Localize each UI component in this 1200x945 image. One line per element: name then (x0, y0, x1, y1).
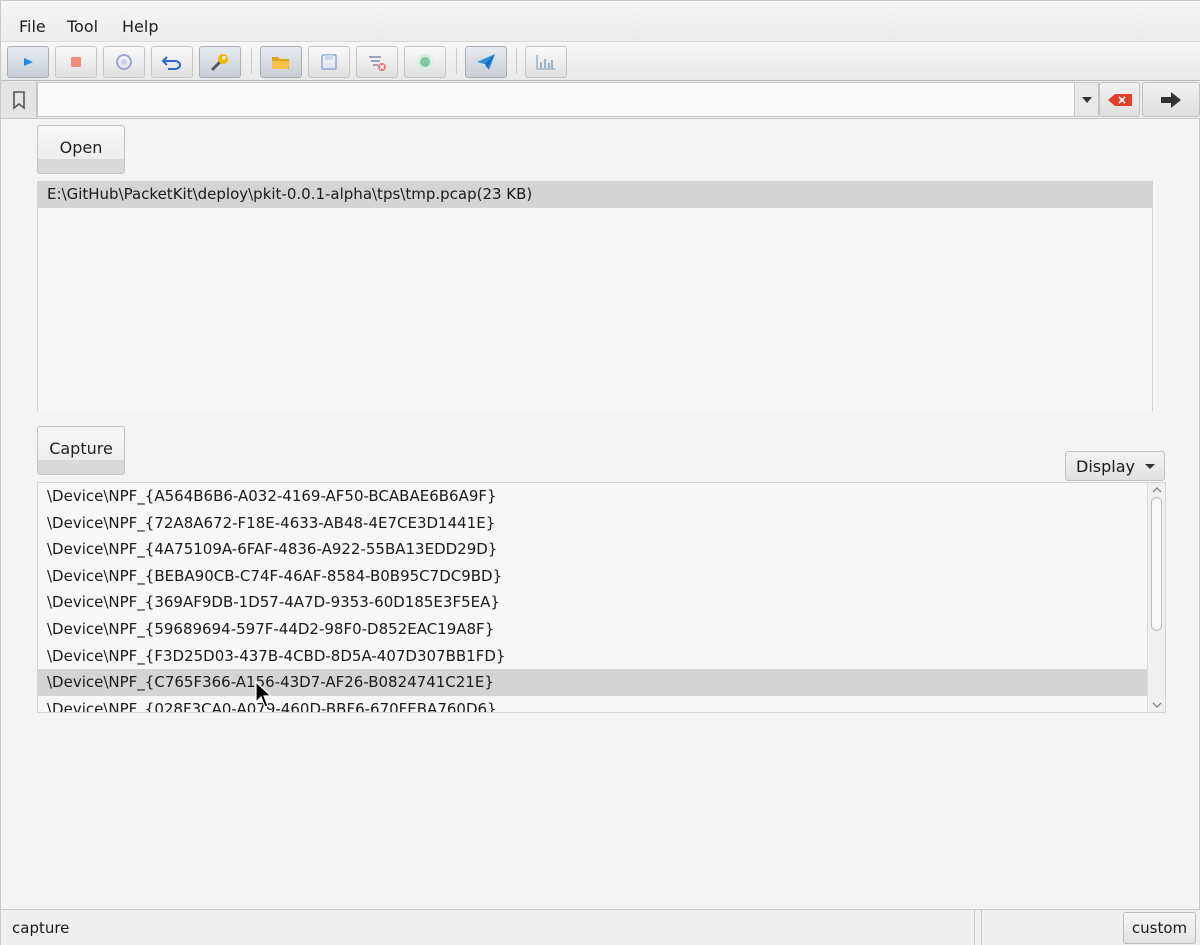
restart-icon (116, 54, 132, 70)
chart-icon (536, 55, 555, 70)
display-combo[interactable]: Display (1065, 451, 1165, 481)
send-button[interactable] (465, 46, 507, 78)
filter-apply-button[interactable] (1142, 82, 1200, 117)
filter-clear-button[interactable] (1099, 82, 1140, 117)
chevron-down-icon (1081, 96, 1092, 103)
device-item[interactable]: \Device\NPF_{59689694-597F-44D2-98F0-D85… (38, 616, 1148, 643)
recent-files-list[interactable]: E:\GitHub\PacketKit\deploy\pkit-0.0.1-al… (37, 181, 1153, 411)
scrollbar-thumb[interactable] (1151, 497, 1162, 631)
menu-bar: File Tool Help (1, 1, 1200, 42)
restart-capture-button[interactable] (103, 46, 145, 78)
device-list[interactable]: \Device\NPF_{A564B6B6-A032-4169-AF50-BCA… (37, 482, 1166, 713)
device-item-selected[interactable]: \Device\NPF_{C765F366-A156-43D7-AF26-B08… (38, 669, 1148, 696)
reload-button[interactable] (151, 46, 193, 78)
statistics-button[interactable] (525, 46, 567, 78)
device-item[interactable]: \Device\NPF_{BEBA90CB-C74F-46AF-8584-B0B… (38, 563, 1148, 590)
record-icon (417, 54, 433, 70)
folder-open-icon (272, 57, 290, 69)
menu-help[interactable]: Help (122, 17, 158, 36)
device-item[interactable]: \Device\NPF_{A564B6B6-A032-4169-AF50-BCA… (38, 483, 1148, 510)
device-item[interactable]: \Device\NPF_{369AF9DB-1D57-4A7D-9353-60D… (38, 589, 1148, 616)
save-icon (321, 54, 337, 70)
open-button[interactable]: Open (37, 125, 125, 174)
toolbar (1, 42, 1200, 81)
app-window: File Tool Help Open E:\GitHub\PacketKit\… (0, 0, 1200, 945)
filter-input[interactable] (37, 82, 1075, 117)
custom-button[interactable]: custom (1123, 912, 1196, 944)
capture-options-button[interactable] (199, 46, 241, 78)
recent-file-item[interactable]: E:\GitHub\PacketKit\deploy\pkit-0.0.1-al… (38, 181, 1152, 208)
device-item[interactable]: \Device\NPF_{72A8A672-F18E-4633-AB48-4E7… (38, 510, 1148, 537)
wrench-icon (211, 54, 228, 71)
menu-tool[interactable]: Tool (67, 17, 98, 36)
stop-capture-button[interactable] (55, 46, 97, 78)
record-button[interactable] (404, 46, 446, 78)
close-file-icon (369, 56, 386, 71)
filter-bar (1, 81, 1200, 119)
clear-icon (1107, 93, 1132, 106)
open-file-button[interactable] (260, 46, 302, 78)
display-combo-label: Display (1076, 456, 1135, 476)
status-bar: capture custom (1, 909, 1200, 945)
send-icon (477, 54, 495, 70)
bookmark-icon (12, 90, 25, 110)
arrow-right-icon (1161, 91, 1181, 108)
device-item[interactable]: \Device\NPF_{F3D25D03-437B-4CBD-8D5A-407… (38, 643, 1148, 670)
play-icon (24, 58, 33, 66)
scroll-down-icon[interactable] (1148, 698, 1165, 712)
status-text: capture (12, 919, 70, 937)
device-list-scrollbar[interactable] (1147, 483, 1165, 712)
device-item[interactable]: \Device\NPF_{028F3CA0-A079-460D-BBF6-670… (38, 696, 1148, 712)
undo-icon (161, 56, 181, 70)
scroll-up-icon[interactable] (1148, 483, 1165, 497)
stop-icon (71, 57, 81, 67)
start-capture-button[interactable] (7, 46, 49, 78)
close-file-button[interactable] (356, 46, 398, 78)
filter-history-dropdown[interactable] (1075, 82, 1099, 117)
save-file-button[interactable] (308, 46, 350, 78)
bookmark-button[interactable] (1, 81, 37, 118)
chevron-down-icon (1145, 464, 1155, 469)
menu-file[interactable]: File (19, 17, 46, 36)
device-item[interactable]: \Device\NPF_{4A75109A-6FAF-4836-A922-55B… (38, 536, 1148, 563)
capture-button[interactable]: Capture (37, 426, 125, 475)
